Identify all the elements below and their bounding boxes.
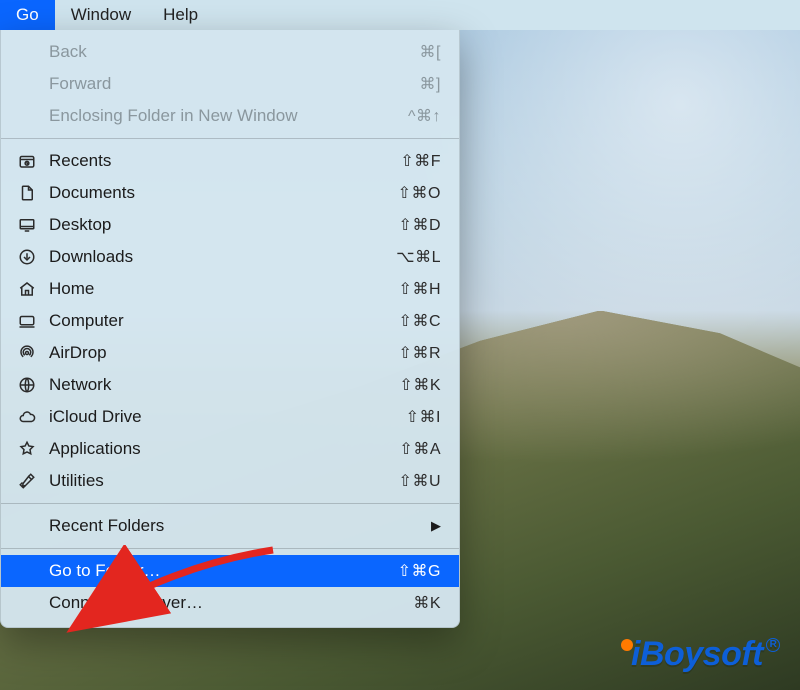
menu-item-network[interactable]: Network ⇧⌘K bbox=[1, 369, 459, 401]
icloud-icon bbox=[15, 408, 39, 426]
menu-item-label: Connect to Server… bbox=[49, 593, 413, 613]
menu-item-shortcut: ⌘K bbox=[413, 593, 441, 613]
menu-item-shortcut: ⇧⌘I bbox=[406, 407, 441, 427]
menu-item-shortcut: ^⌘↑ bbox=[408, 106, 441, 126]
menu-item-label: iCloud Drive bbox=[49, 407, 406, 427]
desktop-icon bbox=[15, 216, 39, 234]
menu-item-label: Network bbox=[49, 375, 399, 395]
menu-separator bbox=[1, 503, 459, 504]
downloads-icon bbox=[15, 248, 39, 266]
menu-item-label: Enclosing Folder in New Window bbox=[49, 106, 408, 126]
menu-item-home[interactable]: Home ⇧⌘H bbox=[1, 273, 459, 305]
menu-item-shortcut: ⇧⌘O bbox=[398, 183, 441, 203]
watermark-text: iBoysoft bbox=[631, 635, 763, 673]
menu-item-forward: Forward ⌘] bbox=[1, 68, 459, 100]
menu-item-computer[interactable]: Computer ⇧⌘C bbox=[1, 305, 459, 337]
menu-item-utilities[interactable]: Utilities ⇧⌘U bbox=[1, 465, 459, 497]
menubar-item-window[interactable]: Window bbox=[55, 0, 147, 30]
menu-item-recent-folders[interactable]: Recent Folders ▶ bbox=[1, 510, 459, 542]
utilities-icon bbox=[15, 472, 39, 490]
menu-item-recents[interactable]: Recents ⇧⌘F bbox=[1, 145, 459, 177]
menu-item-label: Computer bbox=[49, 311, 399, 331]
menu-item-label: Downloads bbox=[49, 247, 396, 267]
menu-item-downloads[interactable]: Downloads ⌥⌘L bbox=[1, 241, 459, 273]
menu-item-shortcut: ⌘[ bbox=[420, 42, 441, 62]
menu-item-label: Back bbox=[49, 42, 420, 62]
menu-item-shortcut: ⇧⌘D bbox=[399, 215, 441, 235]
menu-item-shortcut: ⇧⌘A bbox=[399, 439, 441, 459]
menu-item-enclosing-folder: Enclosing Folder in New Window ^⌘↑ bbox=[1, 100, 459, 132]
recents-icon bbox=[15, 152, 39, 170]
menu-item-label: Documents bbox=[49, 183, 398, 203]
menu-item-airdrop[interactable]: AirDrop ⇧⌘R bbox=[1, 337, 459, 369]
home-icon bbox=[15, 280, 39, 298]
menu-item-label: Forward bbox=[49, 74, 420, 94]
menu-item-shortcut: ⇧⌘H bbox=[399, 279, 441, 299]
menu-item-label: Applications bbox=[49, 439, 399, 459]
menu-item-shortcut: ⌥⌘L bbox=[396, 247, 441, 267]
menu-item-back: Back ⌘[ bbox=[1, 36, 459, 68]
menu-item-documents[interactable]: Documents ⇧⌘O bbox=[1, 177, 459, 209]
submenu-arrow-icon: ▶ bbox=[431, 518, 441, 534]
menu-item-label: Home bbox=[49, 279, 399, 299]
menu-item-label: Utilities bbox=[49, 471, 399, 491]
menu-separator bbox=[1, 138, 459, 139]
menubar: Go Window Help bbox=[0, 0, 800, 30]
go-menu-dropdown: Back ⌘[ Forward ⌘] Enclosing Folder in N… bbox=[0, 30, 460, 628]
menu-item-icloud-drive[interactable]: iCloud Drive ⇧⌘I bbox=[1, 401, 459, 433]
network-icon bbox=[15, 376, 39, 394]
menu-item-shortcut: ⇧⌘K bbox=[399, 375, 441, 395]
applications-icon bbox=[15, 440, 39, 458]
menu-item-label: AirDrop bbox=[49, 343, 399, 363]
menubar-item-help[interactable]: Help bbox=[147, 0, 214, 30]
menu-item-connect-to-server[interactable]: Connect to Server… ⌘K bbox=[1, 587, 459, 619]
menu-item-desktop[interactable]: Desktop ⇧⌘D bbox=[1, 209, 459, 241]
menu-item-shortcut: ⇧⌘C bbox=[399, 311, 441, 331]
computer-icon bbox=[15, 312, 39, 330]
menubar-item-label: Help bbox=[163, 5, 198, 25]
menubar-item-label: Go bbox=[16, 5, 39, 25]
airdrop-icon bbox=[15, 344, 39, 362]
menubar-item-go[interactable]: Go bbox=[0, 0, 55, 30]
menu-item-shortcut: ⇧⌘R bbox=[399, 343, 441, 363]
watermark-logo: iBoysoftR bbox=[621, 635, 780, 674]
menu-item-label: Recents bbox=[49, 151, 400, 171]
menu-item-shortcut: ⇧⌘F bbox=[400, 151, 441, 171]
menu-item-applications[interactable]: Applications ⇧⌘A bbox=[1, 433, 459, 465]
menu-item-label: Recent Folders bbox=[49, 516, 423, 536]
menu-item-shortcut: ⇧⌘G bbox=[398, 561, 441, 581]
menu-item-shortcut: ⇧⌘U bbox=[399, 471, 441, 491]
menubar-item-label: Window bbox=[71, 5, 131, 25]
registered-icon: R bbox=[766, 638, 780, 652]
menu-separator bbox=[1, 548, 459, 549]
menu-item-go-to-folder[interactable]: Go to Folder… ⇧⌘G bbox=[1, 555, 459, 587]
menu-item-label: Go to Folder… bbox=[49, 561, 398, 581]
documents-icon bbox=[15, 184, 39, 202]
menu-item-shortcut: ⌘] bbox=[420, 74, 441, 94]
menu-item-label: Desktop bbox=[49, 215, 399, 235]
